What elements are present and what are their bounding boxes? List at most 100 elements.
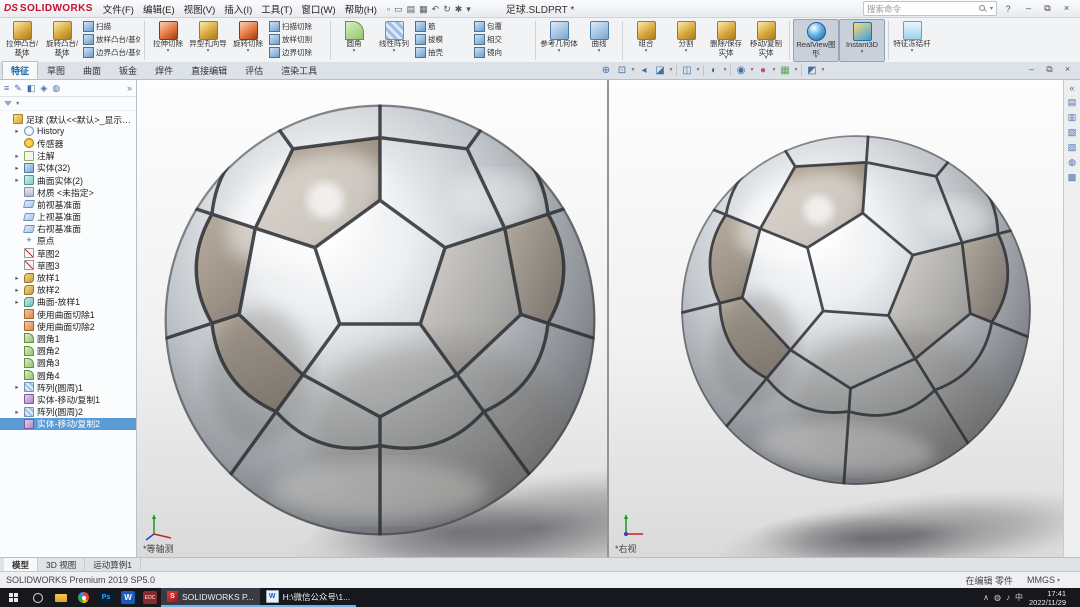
open-icon[interactable]: ▭: [394, 4, 403, 14]
dropdown-caret-icon[interactable]: ▾: [685, 49, 688, 54]
displaymanager-tab-icon[interactable]: ◍: [52, 83, 60, 94]
ribbon-small-button[interactable]: 筋: [415, 20, 472, 33]
help-icon[interactable]: ?: [1002, 4, 1014, 14]
tree-expander-icon[interactable]: ▸: [13, 298, 21, 306]
restore-button[interactable]: ⧉: [1038, 2, 1057, 15]
rebuild-icon[interactable]: ↻: [443, 4, 451, 14]
separator[interactable]: [676, 65, 677, 76]
ribbon-small-button[interactable]: 镜向: [474, 46, 531, 59]
commandmanager-tab[interactable]: 焊件: [146, 61, 182, 79]
study-tab[interactable]: 运动算例1: [85, 558, 141, 571]
caret-icon[interactable]: ▾: [722, 67, 728, 73]
feature-tree-item[interactable]: ▸ 曲面-放样1: [0, 296, 136, 308]
previous-view-icon[interactable]: ◂: [636, 63, 652, 77]
dropdown-caret-icon[interactable]: ▾: [861, 50, 864, 55]
tree-expander-icon[interactable]: ▸: [13, 176, 21, 184]
zoom-fit-icon[interactable]: ⊕: [598, 63, 614, 77]
ribbon-button[interactable]: 拉伸凸台/基体 ▾: [2, 19, 42, 62]
featuremanager-tab-icon[interactable]: ≡: [4, 83, 9, 93]
feature-tree-item[interactable]: ▸ 放样1: [0, 271, 136, 283]
commandmanager-tab[interactable]: 渲染工具: [272, 61, 326, 79]
doc-minimize-button[interactable]: –: [1023, 63, 1040, 76]
apply-scene-icon[interactable]: ▦: [777, 63, 793, 77]
tree-expander-icon[interactable]: ▸: [13, 408, 21, 416]
tray-icon[interactable]: ♪: [1006, 593, 1010, 602]
view-settings-icon[interactable]: ◩: [804, 63, 820, 77]
dropdown-caret-icon[interactable]: ▾: [247, 49, 250, 54]
search-caret-icon[interactable]: ▾: [990, 5, 993, 12]
ribbon-button[interactable]: 分割 ▾: [666, 19, 706, 62]
resources-icon[interactable]: ▤: [1068, 97, 1077, 108]
taskbar-window-button[interactable]: W H:\微信公众号\1...: [260, 588, 357, 607]
feature-tree-item[interactable]: ▸ 曲面实体(2): [0, 174, 136, 186]
commandmanager-tab[interactable]: 特征: [2, 61, 38, 79]
separator[interactable]: [703, 65, 704, 76]
ribbon-button[interactable]: 扫描切除 放样切割 边界切除 ▾: [268, 19, 327, 62]
tree-expander-icon[interactable]: ▸: [13, 286, 21, 294]
ribbon-button[interactable]: ▾: [888, 21, 889, 60]
feature-tree-item[interactable]: ▸ 实体(32): [0, 162, 136, 174]
dimxpertmanager-tab-icon[interactable]: ◈: [40, 83, 47, 94]
ribbon-small-button[interactable]: 扫描切除: [269, 20, 326, 33]
ribbon-button[interactable]: 旋转凸台/基体 ▾: [42, 19, 82, 62]
ribbon-button[interactable]: 拉伸切除 ▾: [148, 19, 188, 62]
feature-tree-item[interactable]: 草图2: [0, 247, 136, 259]
appearances-icon[interactable]: ◍: [1068, 157, 1076, 168]
dropdown-caret-icon[interactable]: ▾: [725, 56, 728, 61]
undo-icon[interactable]: ↶: [432, 4, 440, 14]
word-icon[interactable]: W: [121, 591, 135, 604]
ribbon-small-button[interactable]: 边界切除: [269, 46, 326, 59]
file-explorer-icon[interactable]: [49, 588, 72, 607]
search-icon[interactable]: [26, 588, 49, 607]
feature-tree-item[interactable]: 圆角4: [0, 369, 136, 381]
ribbon-button[interactable]: 线性阵列 ▾: [374, 19, 414, 62]
menu-item[interactable]: 插入(I): [220, 1, 256, 17]
ribbon-small-button[interactable]: 扫描: [83, 20, 140, 33]
dropdown-caret-icon[interactable]: ▾: [353, 49, 356, 54]
filter-caret-icon[interactable]: ▼: [15, 101, 20, 107]
feature-tree-item[interactable]: 使用曲面切除1: [0, 308, 136, 320]
options-icon[interactable]: ✱: [455, 4, 463, 14]
tree-expander-icon[interactable]: ▸: [13, 152, 21, 160]
ribbon-button[interactable]: ▾: [144, 21, 145, 60]
feature-tree-item[interactable]: 实体-移动/复制1: [0, 393, 136, 405]
tree-expander-icon[interactable]: ▸: [13, 383, 21, 391]
ribbon-small-button[interactable]: 边界凸台/基体: [83, 46, 140, 59]
dropdown-caret-icon[interactable]: ▾: [911, 49, 914, 54]
save-icon[interactable]: ▤: [407, 4, 416, 14]
units-selector[interactable]: MMGS ▾: [1027, 575, 1060, 585]
ribbon-button[interactable]: ▾: [330, 21, 331, 60]
caret-icon[interactable]: ▾: [820, 67, 826, 73]
tree-expander-icon[interactable]: ▸: [13, 274, 21, 282]
feature-tree-item[interactable]: ▸ 阵列(圆周)2: [0, 406, 136, 418]
caret-icon[interactable]: ▾: [668, 67, 674, 73]
menu-item[interactable]: 帮助(H): [341, 1, 381, 17]
feature-tree-item[interactable]: ▸ 注解: [0, 150, 136, 162]
tree-expander-icon[interactable]: ▸: [13, 164, 21, 172]
ribbon-button[interactable]: 删除/保存实体 ▾: [706, 19, 746, 62]
close-button[interactable]: ×: [1057, 2, 1076, 15]
ribbon-button[interactable]: 参考几何体 ▾: [539, 19, 579, 62]
menu-item[interactable]: 编辑(E): [139, 1, 179, 17]
study-tab[interactable]: 模型: [4, 558, 38, 571]
ribbon-button[interactable]: 曲线 ▾: [579, 19, 619, 62]
ribbon-button[interactable]: Instant3D ▾: [839, 19, 885, 62]
dropdown-caret-icon[interactable]: ▾: [558, 49, 561, 54]
minimize-button[interactable]: –: [1019, 2, 1038, 15]
ribbon-button[interactable]: 包覆 相交 镜向 ▾: [473, 19, 532, 62]
tree-expander-icon[interactable]: ▸: [13, 127, 21, 135]
ribbon-button[interactable]: 移动/复制实体 ▾: [746, 19, 786, 62]
viewport-pane-left[interactable]: *等轴测: [137, 80, 607, 558]
study-tab[interactable]: 3D 视图: [38, 558, 85, 571]
viewport-pane-right[interactable]: *右视: [609, 80, 1063, 558]
toolbar-caret-icon[interactable]: ▾: [466, 4, 471, 14]
filter-icon[interactable]: [4, 101, 12, 106]
taskbar-clock[interactable]: 17:41 2022/11/29: [1029, 589, 1066, 607]
print-icon[interactable]: ▦: [419, 4, 428, 14]
ribbon-button[interactable]: 组合 ▾: [626, 19, 666, 62]
feature-tree-item[interactable]: 上视基准面: [0, 211, 136, 223]
ribbon-small-button[interactable]: 拔模: [415, 33, 472, 46]
ribbon-button[interactable]: 旋转切除 ▾: [228, 19, 268, 62]
taskbar-window-button[interactable]: S SOLIDWORKS P...: [161, 588, 260, 607]
ribbon-button[interactable]: ▾: [535, 21, 536, 60]
